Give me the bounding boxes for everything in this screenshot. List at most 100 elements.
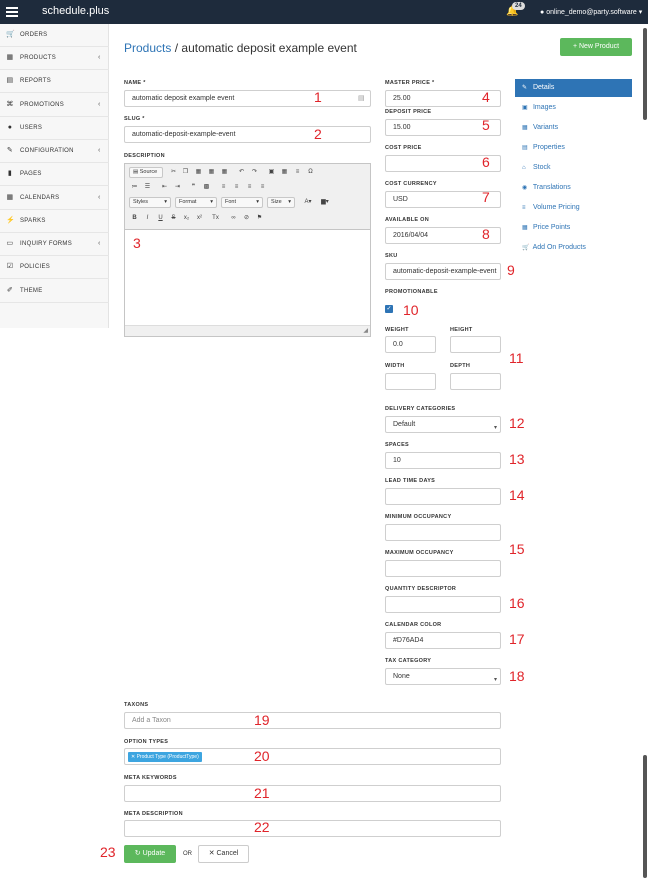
- quantity-descriptor-field[interactable]: [385, 596, 501, 613]
- sidebar-item-reports[interactable]: ▤ REPORTS: [0, 70, 109, 93]
- italic-icon[interactable]: I: [143, 214, 152, 223]
- sidebar-item-products[interactable]: ▦ PRODUCTS ‹: [0, 47, 109, 70]
- taxons-field[interactable]: Add a Taxon: [124, 712, 501, 729]
- bullet-list-icon[interactable]: ☰: [143, 183, 152, 192]
- text-color-icon[interactable]: A▾: [301, 198, 315, 207]
- font-dropdown[interactable]: Font ▾: [221, 197, 263, 208]
- breadcrumb-products[interactable]: Products: [124, 41, 171, 55]
- deposit-price-label: DEPOSIT PRICE: [385, 109, 432, 115]
- table-icon[interactable]: ▦: [280, 168, 289, 177]
- update-button[interactable]: ↻ Update: [124, 845, 176, 863]
- tab-translations[interactable]: ◉ Translations: [515, 179, 632, 197]
- tax-category-select[interactable]: None ▾: [385, 668, 501, 685]
- annotation-22: 22: [254, 819, 270, 835]
- redo-icon[interactable]: ↷: [250, 168, 259, 177]
- horizontal-line-icon[interactable]: ≡: [293, 168, 302, 177]
- sidebar-item-theme[interactable]: ✐ THEME: [0, 280, 109, 303]
- unlink-icon[interactable]: ⊘: [242, 214, 251, 223]
- tab-properties[interactable]: ▤ Properties: [515, 139, 632, 157]
- brand-logo[interactable]: schedule.plus: [42, 5, 109, 17]
- delivery-categories-select[interactable]: Default ▾: [385, 416, 501, 433]
- sidebar-item-inquiry-forms[interactable]: ▭ INQUIRY FORMS ‹: [0, 233, 109, 256]
- tab-add-on-products[interactable]: 🛒 Add On Products: [515, 239, 632, 257]
- subscript-icon[interactable]: x₂: [182, 214, 191, 223]
- user-menu[interactable]: ● online_demo@party.software ▾: [540, 8, 642, 16]
- resize-handle-icon[interactable]: ◢: [363, 327, 368, 334]
- sidebar-item-orders[interactable]: 🛒 ORDERS: [0, 24, 109, 47]
- width-field[interactable]: [385, 373, 436, 390]
- undo-icon[interactable]: ↶: [237, 168, 246, 177]
- caret-down-icon: ▾: [636, 9, 643, 16]
- calendar-color-field[interactable]: #D76AD4: [385, 632, 501, 649]
- annotation-1: 1: [314, 89, 322, 105]
- calendar-icon: ▦: [6, 194, 14, 201]
- weight-field[interactable]: 0.0: [385, 336, 436, 353]
- lead-time-field[interactable]: [385, 488, 501, 505]
- clipboard-icon[interactable]: ▤: [358, 94, 365, 102]
- promotionable-checkbox[interactable]: ✓: [385, 305, 393, 313]
- tax-value: None: [393, 673, 410, 680]
- new-product-button[interactable]: + New Product: [560, 38, 632, 56]
- outdent-icon[interactable]: ⇤: [160, 183, 169, 192]
- spaces-field[interactable]: 10: [385, 452, 501, 469]
- bold-icon[interactable]: B: [130, 214, 139, 223]
- tab-price-points[interactable]: ▦ Price Points: [515, 219, 632, 237]
- paste-icon[interactable]: ▦: [194, 168, 203, 177]
- meta-keywords-field[interactable]: [124, 785, 501, 802]
- copy-icon[interactable]: ❐: [181, 168, 190, 177]
- strike-icon[interactable]: S: [169, 214, 178, 223]
- superscript-icon[interactable]: x²: [195, 214, 204, 223]
- anchor-flag-icon[interactable]: ⚑: [255, 214, 264, 223]
- special-char-icon[interactable]: Ω: [306, 168, 315, 177]
- indent-icon[interactable]: ⇥: [173, 183, 182, 192]
- sidebar-item-pages[interactable]: ▮ PAGES: [0, 163, 109, 186]
- underline-icon[interactable]: U: [156, 214, 165, 223]
- annotation-18: 18: [509, 668, 525, 684]
- align-left-icon[interactable]: ≡: [219, 183, 228, 192]
- source-button[interactable]: ▤ Source: [129, 167, 163, 178]
- scrollbar-thumb[interactable]: [643, 28, 647, 120]
- tab-volume-pricing[interactable]: ≡ Volume Pricing: [515, 199, 632, 217]
- sidebar-item-sparks[interactable]: ⚡ SPARKS: [0, 210, 109, 233]
- tab-details[interactable]: ✎ Details: [515, 79, 632, 97]
- description-editor[interactable]: ▤ Source ✂ ❐ ▦ ▦ ▦ ↶ ↷ ▣ ▦ ≡ Ω ≔ ☰ ⇤ ⇥ ❞…: [124, 163, 371, 337]
- height-field[interactable]: [450, 336, 501, 353]
- numbered-list-icon[interactable]: ≔: [130, 183, 139, 192]
- blockquote-icon[interactable]: ❞: [189, 183, 198, 192]
- min-occupancy-field[interactable]: [385, 524, 501, 541]
- option-types-field[interactable]: ✕ Product Type (ProductType): [124, 748, 501, 765]
- scrollbar-thumb-lower[interactable]: [643, 755, 647, 878]
- format-dropdown[interactable]: Format ▾: [175, 197, 217, 208]
- tab-images[interactable]: ▣ Images: [515, 99, 632, 117]
- styles-dropdown[interactable]: Styles ▾: [129, 197, 171, 208]
- name-field[interactable]: automatic deposit example event: [124, 90, 371, 107]
- tab-stock[interactable]: ⌂ Stock: [515, 159, 632, 177]
- max-occupancy-field[interactable]: [385, 560, 501, 577]
- tab-variants[interactable]: ▦ Variants: [515, 119, 632, 137]
- cancel-button[interactable]: ✕ Cancel: [198, 845, 249, 863]
- option-type-tag[interactable]: ✕ Product Type (ProductType): [128, 752, 202, 762]
- align-center-icon[interactable]: ≡: [232, 183, 241, 192]
- div-icon[interactable]: ▩: [202, 183, 211, 192]
- sidebar-item-users[interactable]: ● USERS: [0, 117, 109, 140]
- link-icon[interactable]: ∞: [229, 214, 238, 223]
- bg-color-icon[interactable]: ▆▾: [318, 198, 332, 207]
- sidebar-item-policies[interactable]: ☑ POLICIES: [0, 256, 109, 279]
- sku-field[interactable]: automatic-deposit-example-event: [385, 263, 501, 280]
- slug-field[interactable]: automatic-deposit-example-event: [124, 126, 371, 143]
- paste-word-icon[interactable]: ▦: [220, 168, 229, 177]
- meta-description-field[interactable]: [124, 820, 501, 837]
- depth-field[interactable]: [450, 373, 501, 390]
- justify-icon[interactable]: ≡: [258, 183, 267, 192]
- image-icon[interactable]: ▣: [267, 168, 276, 177]
- sidebar-item-promotions[interactable]: ⌘ PROMOTIONS ‹: [0, 94, 109, 117]
- cut-icon[interactable]: ✂: [169, 168, 178, 177]
- sidebar-item-configuration[interactable]: ✎ CONFIGURATION ‹: [0, 140, 109, 163]
- align-right-icon[interactable]: ≡: [245, 183, 254, 192]
- paste-text-icon[interactable]: ▦: [207, 168, 216, 177]
- clear-format-icon[interactable]: Tx: [211, 214, 220, 223]
- hamburger-menu-icon[interactable]: [6, 5, 18, 19]
- sidebar-item-calendars[interactable]: ▦ CALENDARS ‹: [0, 187, 109, 210]
- caret-down-icon: ▾: [164, 199, 167, 205]
- size-dropdown[interactable]: Size ▾: [267, 197, 295, 208]
